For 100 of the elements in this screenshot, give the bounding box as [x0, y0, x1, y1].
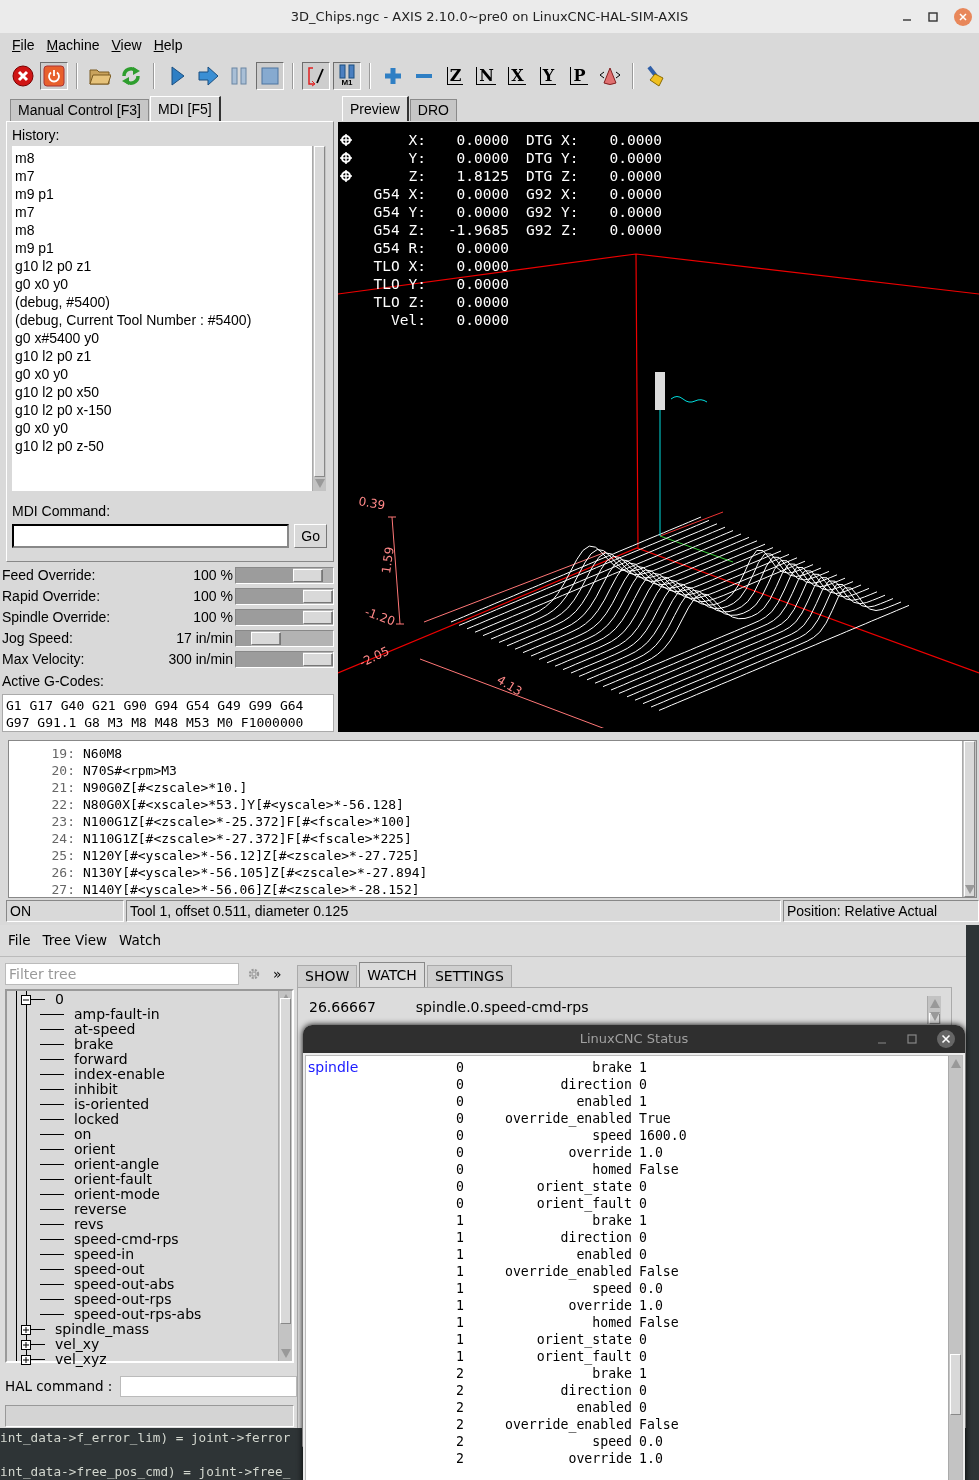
tree-item[interactable]: amp-fault-in [74, 1007, 160, 1022]
tree-item[interactable]: on [74, 1127, 92, 1142]
tree-item[interactable]: vel_xy [55, 1337, 100, 1352]
history-item[interactable]: g10 l2 p0 z-50 [15, 437, 104, 455]
history-item[interactable]: m8 [15, 221, 35, 239]
tab[interactable]: SETTINGS [426, 965, 512, 987]
hal-command-field[interactable] [120, 1375, 298, 1397]
close-icon[interactable] [936, 1029, 956, 1049]
history-item[interactable]: m8 [15, 149, 35, 167]
history-item[interactable]: g10 l2 p0 z1 [15, 347, 92, 365]
code-line: N80G0X[#<xscale>*53.]Y[#<yscale>*-56.128] [83, 796, 404, 813]
expand-toggle[interactable] [21, 1324, 31, 1335]
tree-item[interactable]: locked [74, 1112, 120, 1127]
history-item[interactable]: g0 x0 y0 [15, 419, 68, 437]
section-link[interactable]: spindle [306, 1059, 456, 1076]
slider[interactable] [235, 609, 334, 626]
history-item[interactable]: g0 x#5400 y0 [15, 329, 100, 347]
index-text: 0 [456, 1076, 465, 1093]
tree-item[interactable]: forward [74, 1052, 128, 1067]
history-item[interactable]: m7 [15, 203, 35, 221]
menu-item[interactable]: View [105, 36, 148, 54]
tree-item[interactable]: spindle_mass [55, 1322, 150, 1337]
filter-field[interactable]: Filter tree [5, 963, 239, 985]
tab[interactable]: SHOW [297, 965, 358, 987]
expand-toggle[interactable] [21, 1339, 31, 1350]
tab[interactable]: WATCH [359, 962, 425, 987]
view-button[interactable]: Z [441, 61, 469, 90]
tree-item[interactable]: index-enable [74, 1067, 165, 1082]
index-text: 1 [456, 1229, 465, 1246]
maximize-icon[interactable] [927, 10, 939, 23]
history-item[interactable]: m9 p1 [15, 239, 54, 257]
scrollbar[interactable] [312, 146, 326, 491]
slider-thumb[interactable] [302, 611, 333, 624]
tree-item[interactable]: orient [74, 1142, 116, 1157]
tree-item[interactable]: speed-out-rps-abs [74, 1307, 202, 1322]
view-button[interactable]: P [565, 61, 593, 90]
expand-toggle[interactable] [21, 1354, 31, 1365]
tree-item[interactable]: speed-out [74, 1262, 145, 1277]
tab[interactable]: Manual Control [F3] [10, 99, 149, 121]
power-button[interactable] [40, 61, 68, 90]
menu-item[interactable]: Help [147, 36, 189, 54]
slider[interactable] [235, 630, 334, 647]
tab[interactable]: MDI [F5] [149, 96, 221, 121]
scrollbar[interactable] [278, 991, 292, 1361]
tree-item[interactable]: speed-out-rps [74, 1292, 172, 1307]
bracket-slash-icon [305, 64, 327, 87]
slider[interactable] [235, 651, 334, 668]
dimension-label: 1.59 [379, 546, 397, 575]
slider-thumb[interactable] [293, 569, 324, 582]
tree-item[interactable]: revs [74, 1217, 104, 1232]
tab[interactable]: Preview [342, 96, 409, 121]
go-button[interactable]: Go [294, 524, 327, 548]
slider-thumb[interactable] [250, 632, 281, 645]
view-button[interactable]: N [472, 61, 500, 90]
tree-item[interactable]: reverse [74, 1202, 127, 1217]
menu-item[interactable]: Machine [40, 36, 106, 54]
history-item[interactable]: g10 l2 p0 x50 [15, 383, 100, 401]
history-item[interactable]: g0 x0 y0 [15, 275, 68, 293]
tree-item[interactable]: orient-mode [74, 1187, 160, 1202]
menu-item[interactable]: Watch [113, 930, 168, 951]
view-button[interactable]: X [503, 61, 531, 90]
scrollbar[interactable] [948, 1056, 962, 1480]
expand-toggle[interactable] [21, 994, 31, 1005]
menu-item[interactable]: File [2, 930, 37, 951]
tree-item[interactable]: inhibit [74, 1082, 118, 1097]
slider-thumb[interactable] [302, 590, 333, 603]
slider[interactable] [235, 588, 334, 605]
value-text: False [638, 1263, 680, 1280]
dro-label: DTG Z: [525, 167, 580, 185]
menu-item[interactable]: Tree View [36, 930, 114, 951]
tree-item[interactable]: brake [74, 1037, 114, 1052]
expand-button[interactable]: » [269, 963, 286, 985]
block-delete-button[interactable] [302, 61, 330, 90]
slider-thumb[interactable] [302, 653, 333, 666]
tree-item[interactable]: at-speed [74, 1022, 136, 1037]
stop-button[interactable] [256, 61, 284, 90]
tree-item[interactable]: speed-out-abs [74, 1277, 175, 1292]
history-item[interactable]: g10 l2 p0 x-150 [15, 401, 112, 419]
history-item[interactable]: (debug, Current Tool Number : #5400) [15, 311, 252, 329]
tree-item[interactable]: speed-in [74, 1247, 135, 1262]
mdi-command-field[interactable] [12, 524, 290, 548]
tab[interactable]: DRO [409, 99, 457, 121]
history-item[interactable]: (debug, #5400) [15, 293, 110, 311]
history-item[interactable]: m7 [15, 167, 35, 185]
scrollbar[interactable] [962, 741, 976, 897]
tree-item[interactable]: vel_xyz [55, 1352, 107, 1367]
tree-item[interactable]: speed-cmd-rps [74, 1232, 179, 1247]
history-item[interactable]: m9 p1 [15, 185, 54, 203]
history-item[interactable]: g10 l2 p0 z1 [15, 257, 92, 275]
tree-item[interactable]: orient-fault [74, 1172, 152, 1187]
maximize-icon[interactable] [906, 1033, 918, 1045]
menu-item[interactable]: File [6, 36, 41, 54]
view-button[interactable]: Y [534, 61, 562, 90]
scrollbar[interactable] [927, 996, 941, 1024]
tree-item[interactable]: is-oriented [74, 1097, 150, 1112]
tree-item[interactable]: 0 [55, 992, 64, 1007]
tree-item[interactable]: orient-angle [74, 1157, 160, 1172]
slider[interactable] [235, 567, 334, 584]
history-item[interactable]: g0 x0 y0 [15, 365, 68, 383]
optional-stop-button[interactable]: M1 [333, 61, 361, 90]
